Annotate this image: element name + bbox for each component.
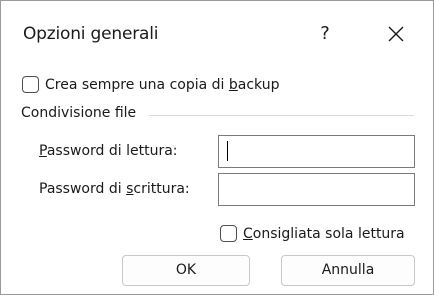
title-bar: Opzioni generali ? <box>1 1 433 67</box>
readonly-recommended-checkbox[interactable]: Consigliata sola lettura <box>220 225 405 242</box>
help-button[interactable]: ? <box>307 17 343 51</box>
backup-checkbox-label: Crea sempre una copia di backup <box>45 76 280 93</box>
cancel-button[interactable]: Annulla <box>281 255 415 286</box>
readonly-recommended-checkbox-box[interactable] <box>220 225 237 242</box>
backup-checkbox-box[interactable] <box>22 76 39 93</box>
backup-checkbox[interactable]: Crea sempre una copia di backup <box>22 76 280 93</box>
general-options-dialog: Opzioni generali ? Crea sempre una copia… <box>0 0 434 295</box>
read-password-input[interactable] <box>218 135 415 168</box>
text-caret <box>227 141 228 161</box>
write-password-input[interactable] <box>218 173 415 206</box>
close-button[interactable] <box>376 17 416 51</box>
dialog-title: Opzioni generali <box>23 24 159 44</box>
file-sharing-group-label: Condivisione file <box>21 105 137 121</box>
group-divider <box>149 115 414 116</box>
ok-button[interactable]: OK <box>122 255 250 286</box>
close-icon <box>388 26 404 42</box>
write-password-label: Password di scrittura: <box>39 181 190 197</box>
read-password-label: Password di lettura: <box>39 143 178 159</box>
readonly-recommended-label: Consigliata sola lettura <box>243 225 405 242</box>
